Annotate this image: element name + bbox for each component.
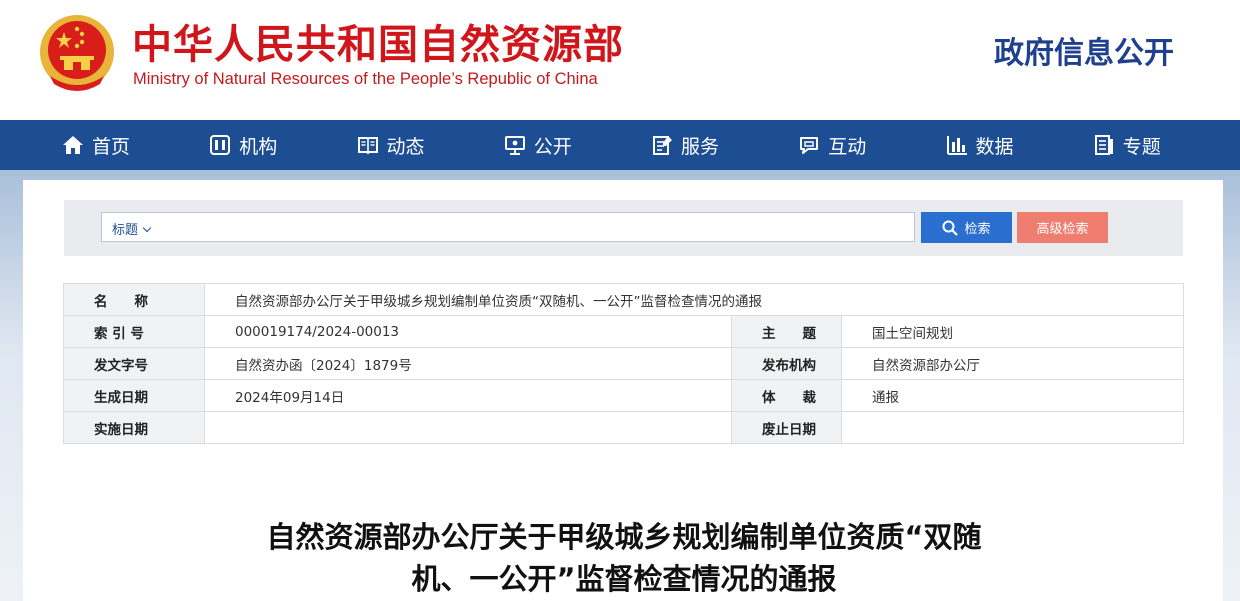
table-row: 生成日期 2024年09月14日 体 裁 通报: [63, 379, 1184, 412]
nav-item-disclosure[interactable]: 公开: [504, 120, 651, 170]
meta-index-value: 000019174/2024-00013: [204, 315, 732, 348]
document-metadata-table: 名 称 自然资源部办公厅关于甲级城乡规划编制单位资质“双随机、一公开”监督检查情…: [63, 283, 1184, 444]
meta-docno-label: 发文字号: [63, 347, 205, 380]
nav-item-organization[interactable]: 机构: [209, 120, 356, 170]
nav-item-interaction[interactable]: 互动: [798, 120, 945, 170]
table-row: 发文字号 自然资办函〔2024〕1879号 发布机构 自然资源部办公厅: [63, 347, 1184, 380]
nav-item-label: 数据: [975, 135, 1014, 158]
organization-icon: [210, 135, 231, 155]
meta-topic-label: 主 题: [731, 315, 842, 348]
bar-chart-icon: [946, 136, 967, 155]
edit-document-icon: [653, 136, 672, 155]
meta-name-label: 名 称: [63, 283, 205, 316]
meta-genre-value: 通报: [841, 379, 1184, 412]
main-nav: 首页 机构 动态 公开 服务 互动 数据 专题: [0, 120, 1240, 170]
chevron-down-icon: [142, 223, 152, 233]
meta-expiry-value: [841, 411, 1184, 444]
meta-created-value: 2024年09月14日: [204, 379, 732, 412]
meta-created-label: 生成日期: [63, 379, 205, 412]
chat-icon: [800, 137, 819, 154]
meta-effective-value: [204, 411, 732, 444]
search-type-label: 标题: [112, 223, 139, 238]
home-icon: [63, 136, 83, 154]
meta-expiry-label: 废止日期: [731, 411, 842, 444]
topic-icon: [1094, 135, 1113, 155]
meta-topic-value: 国土空间规划: [841, 315, 1184, 348]
document-title: 自然资源部办公厅关于甲级城乡规划编制单位资质“双随 机、一公开”监督检查情况的通…: [124, 516, 1124, 600]
search-icon: [942, 220, 959, 236]
meta-effective-label: 实施日期: [63, 411, 205, 444]
meta-name-value: 自然资源部办公厅关于甲级城乡规划编制单位资质“双随机、一公开”监督检查情况的通报: [204, 283, 1184, 316]
document-title-line1: 自然资源部办公厅关于甲级城乡规划编制单位资质“双随: [266, 520, 982, 554]
nav-item-label: 机构: [239, 135, 278, 158]
nav-item-topics[interactable]: 专题: [1093, 120, 1240, 170]
search-type-select[interactable]: 标题: [112, 219, 152, 238]
nav-item-label: 首页: [92, 135, 131, 158]
nav-item-label: 互动: [828, 135, 867, 158]
meta-publisher-label: 发布机构: [731, 347, 842, 380]
nav-item-label: 专题: [1122, 135, 1161, 158]
nav-item-news[interactable]: 动态: [357, 120, 504, 170]
monitor-icon: [504, 136, 525, 155]
search-button-label: 检索: [964, 221, 991, 236]
site-title-en: Ministry of Natural Resources of the Peo…: [133, 70, 598, 88]
nav-item-label: 动态: [386, 135, 425, 158]
table-row: 实施日期 废止日期: [63, 411, 1184, 444]
table-row: 名 称 自然资源部办公厅关于甲级城乡规划编制单位资质“双随机、一公开”监督检查情…: [63, 283, 1184, 316]
nav-item-home[interactable]: 首页: [0, 120, 209, 170]
search-input[interactable]: [170, 215, 905, 239]
advanced-search-label: 高级检索: [1036, 221, 1089, 236]
site-header: 中华人民共和国自然资源部 Ministry of Natural Resourc…: [0, 0, 1240, 120]
site-title-cn[interactable]: 中华人民共和国自然资源部: [132, 12, 624, 70]
nav-item-services[interactable]: 服务: [651, 120, 798, 170]
document-title-line2: 机、一公开”监督检查情况的通报: [411, 562, 837, 596]
nav-item-label: 公开: [533, 135, 572, 158]
book-icon: [357, 137, 378, 155]
meta-publisher-value: 自然资源部办公厅: [841, 347, 1184, 380]
nav-item-data[interactable]: 数据: [946, 120, 1093, 170]
meta-genre-label: 体 裁: [731, 379, 842, 412]
search-button[interactable]: 检索: [921, 212, 1012, 243]
section-title[interactable]: 政府信息公开: [994, 28, 1174, 72]
meta-index-label: 索 引 号: [63, 315, 205, 348]
nav-item-label: 服务: [681, 135, 720, 158]
table-row: 索 引 号 000019174/2024-00013 主 题 国土空间规划: [63, 315, 1184, 348]
advanced-search-button[interactable]: 高级检索: [1017, 212, 1108, 243]
meta-docno-value: 自然资办函〔2024〕1879号: [204, 347, 732, 380]
national-emblem-icon: [40, 15, 114, 91]
